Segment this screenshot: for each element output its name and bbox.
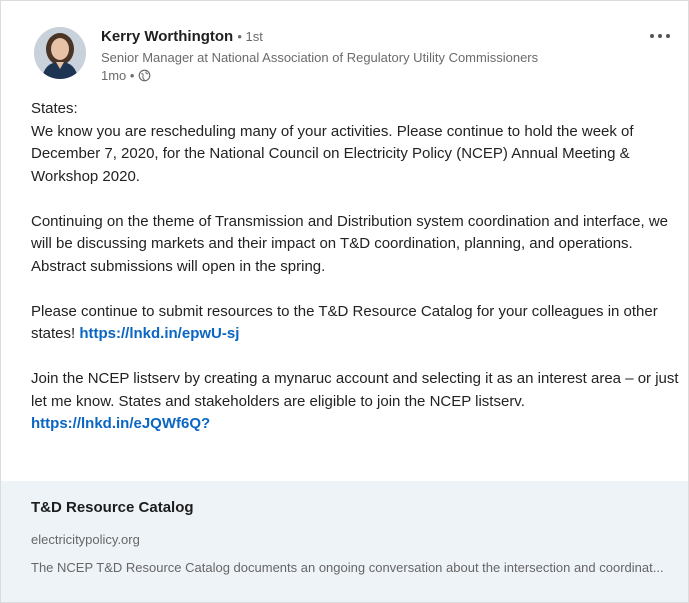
ellipsis-icon [650, 34, 654, 38]
author-headline: Senior Manager at National Association o… [101, 50, 539, 65]
listserv-short-link[interactable]: https://lnkd.in/eJQWf6Q? [31, 415, 210, 432]
catalog-short-link[interactable]: https://lnkd.in/epwU-sj [79, 325, 239, 342]
author-name-row[interactable]: Kerry Worthington • 1st [101, 27, 263, 46]
post-paragraph: States: We know you are rescheduling man… [31, 98, 679, 188]
link-preview-card[interactable]: T&D Resource Catalog electricitypolicy.o… [1, 481, 688, 602]
post-commentary: States: We know you are rescheduling man… [31, 98, 679, 458]
ellipsis-icon [666, 34, 670, 38]
author-name[interactable]: Kerry Worthington [101, 28, 233, 45]
post-text: We know you are rescheduling many of you… [31, 122, 634, 185]
post-meta: 1mo • [101, 67, 151, 84]
author-avatar[interactable] [34, 27, 86, 79]
post-paragraph: Please continue to submit resources to t… [31, 301, 679, 346]
preview-description: The NCEP T&D Resource Catalog documents … [31, 560, 664, 575]
avatar-photo [34, 27, 86, 79]
globe-icon [138, 69, 151, 82]
post-salutation: States: [31, 100, 78, 117]
preview-domain: electricitypolicy.org [31, 532, 140, 547]
post-time: 1mo • [101, 68, 135, 83]
post-paragraph: Join the NCEP listserv by creating a myn… [31, 368, 679, 436]
preview-title[interactable]: T&D Resource Catalog [31, 498, 194, 518]
post-text: Join the NCEP listserv by creating a myn… [31, 370, 679, 410]
feed-post-card: Kerry Worthington • 1st Senior Manager a… [0, 0, 689, 603]
connection-degree: • 1st [237, 29, 263, 44]
ellipsis-icon [658, 34, 662, 38]
post-paragraph: Continuing on the theme of Transmission … [31, 211, 679, 279]
post-more-button[interactable] [643, 29, 677, 43]
post-text: Continuing on the theme of Transmission … [31, 212, 669, 275]
